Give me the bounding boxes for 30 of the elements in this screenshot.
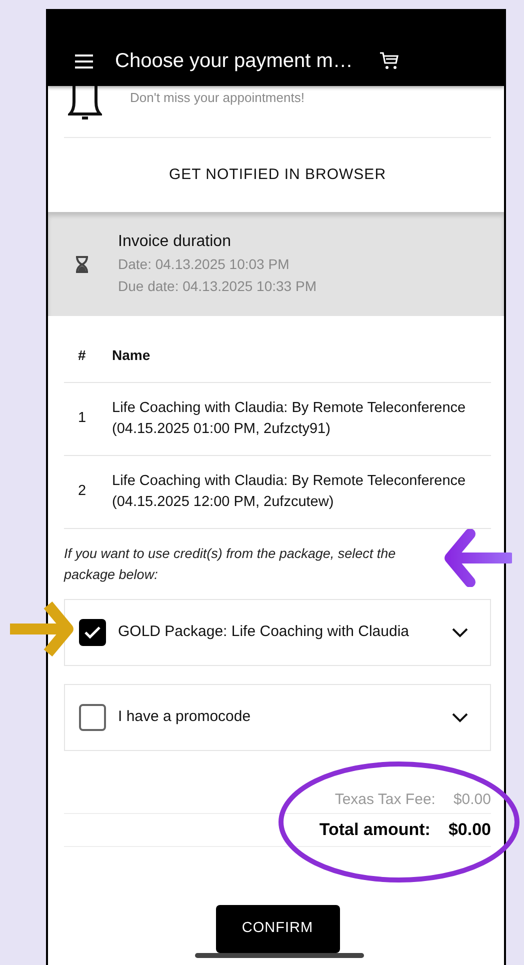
total-value: $0.00 <box>453 790 491 810</box>
option-label: GOLD Package: Life Coaching with Claudia <box>118 622 410 642</box>
chevron-down-icon <box>452 712 468 722</box>
chevron-down-icon <box>452 628 468 638</box>
column-header: Name <box>112 346 150 364</box>
cart-icon[interactable] <box>378 52 399 70</box>
table-cell-text: Life Coaching with Claudia: By Remote Teleconference (04.15.2025 12:00 PM, 2ufzcutew) <box>112 472 467 512</box>
checkmark-icon <box>84 626 101 639</box>
hourglass-icon <box>75 256 89 272</box>
menu-icon[interactable] <box>75 54 93 68</box>
total-label: Total amount: <box>319 819 430 842</box>
table-cell-text: 1 <box>77 409 88 428</box>
table-cell-text: Life Coaching with Claudia: By Remote Teleconference (04.15.2025 01:00 PM, 2ufzcty91) <box>112 399 467 439</box>
column-header: # <box>77 346 87 364</box>
get-notified-button[interactable]: GET NOTIFIED IN BROWSER <box>64 138 491 212</box>
bell-icon <box>68 86 102 122</box>
package-hint: If you want to use credit(s) from the package, select the package below: <box>64 545 397 584</box>
confirm-button[interactable]: CONFIRM <box>216 905 340 953</box>
page-title: Choose your payment m… <box>115 49 353 74</box>
invoice-title: Invoice duration <box>118 232 232 252</box>
invoice-date: Date: 04.13.2025 10:03 PM <box>118 255 290 274</box>
invoice-due-date: Due date: 04.13.2025 10:33 PM <box>118 277 316 296</box>
notification-text: Don't miss your appointments! <box>130 89 304 107</box>
total-label: Texas Tax Fee: <box>334 790 436 810</box>
table-cell-text: 2 <box>77 482 88 502</box>
checkbox[interactable] <box>79 704 106 731</box>
total-value: $0.00 <box>448 819 491 842</box>
option-label: I have a promocode <box>118 707 252 728</box>
pointer-arrow <box>444 529 512 587</box>
checkbox[interactable] <box>79 619 106 646</box>
